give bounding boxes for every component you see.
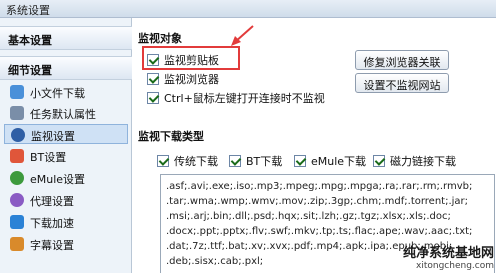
download-types-title: 监视下载类型: [138, 130, 204, 143]
ctrl-click-no-monitor-label: Ctrl+鼠标左键打开连接时不监视: [164, 92, 325, 105]
sidebar-item-download-accelerate[interactable]: 下载加速: [4, 212, 128, 232]
bt-download-label: BT下载: [246, 155, 283, 168]
ctrl-click-no-monitor-option[interactable]: Ctrl+鼠标左键打开连接时不监视: [147, 90, 325, 106]
accelerate-icon: [10, 215, 24, 229]
sidebar-item-subtitle-settings[interactable]: 字幕设置: [4, 234, 128, 254]
proxy-icon: [10, 193, 24, 207]
sidebar-item-monitor-settings[interactable]: 监视设置: [4, 124, 128, 144]
traditional-download-checkbox[interactable]: [157, 155, 169, 167]
sidebar-item-bt-settings[interactable]: BT设置: [4, 146, 128, 166]
bt-download-checkbox[interactable]: [229, 155, 241, 167]
red-arrow-icon: [231, 25, 254, 46]
repair-browser-button[interactable]: 修复浏览器关联: [355, 50, 449, 70]
sidebar-item-label: BT设置: [30, 151, 67, 164]
sidebar-item-label: 下载加速: [30, 217, 74, 230]
file-types-line: .docx;.ppt;.pptx;.flv;.swf;.mkv;.tp;.ts;…: [166, 226, 473, 237]
title-bar: 系统设置: [0, 0, 496, 18]
file-types-line: .asf;.avi;.exe;.iso;.mp3;.mpeg;.mpg;.mpg…: [166, 181, 473, 192]
magnet-download-label: 磁力链接下载: [390, 155, 456, 168]
monitor-browser-label: 监视浏览器: [164, 73, 219, 86]
monitor-browser-checkbox[interactable]: [147, 73, 159, 85]
sidebar-item-small-file-download[interactable]: 小文件下载: [4, 82, 128, 102]
sidebar: 基本设置 细节设置 小文件下载 任务默认属性 监视设置 BT设置 eMule设置…: [0, 18, 132, 273]
emule-icon: [10, 171, 24, 185]
window-title: 系统设置: [6, 4, 50, 17]
exclude-sites-button[interactable]: 设置不监视网站: [355, 73, 449, 93]
sidebar-item-proxy-settings[interactable]: 代理设置: [4, 190, 128, 210]
task-properties-icon: [10, 106, 24, 120]
emule-download-option[interactable]: eMule下载: [294, 153, 366, 169]
watermark-url: xitongcheng.com: [416, 261, 494, 271]
traditional-download-option[interactable]: 传统下载: [157, 153, 218, 169]
emule-download-checkbox[interactable]: [294, 155, 306, 167]
sidebar-item-task-properties[interactable]: 任务默认属性: [4, 103, 128, 123]
watermark: 纯净系统基地网 xitongcheng.com: [403, 242, 494, 271]
sidebar-item-label: 任务默认属性: [30, 108, 96, 121]
sidebar-detail-settings[interactable]: 细节设置: [0, 56, 132, 80]
traditional-download-label: 传统下载: [174, 155, 218, 168]
subtitle-icon: [10, 237, 24, 251]
magnet-download-checkbox[interactable]: [373, 155, 385, 167]
magnet-download-option[interactable]: 磁力链接下载: [373, 153, 456, 169]
sidebar-item-label: 监视设置: [31, 130, 75, 143]
emule-download-label: eMule下载: [311, 155, 367, 168]
sidebar-item-label: eMule设置: [30, 173, 86, 186]
highlight-box: [142, 46, 240, 70]
watermark-title: 纯净系统基地网: [402, 246, 494, 261]
ctrl-click-no-monitor-checkbox[interactable]: [147, 92, 159, 104]
monitor-icon: [11, 128, 25, 142]
sidebar-basic-settings[interactable]: 基本设置: [0, 26, 132, 50]
bt-icon: [10, 149, 24, 163]
small-file-download-icon: [10, 85, 24, 99]
sidebar-item-label: 字幕设置: [30, 239, 74, 252]
sidebar-item-label: 小文件下载: [30, 87, 85, 100]
main-panel: 监视对象 监视剪贴板 监视浏览器 Ctrl+鼠标左键打开连接时不监视 修复浏览器…: [133, 18, 496, 273]
monitor-targets-title: 监视对象: [138, 32, 182, 45]
bt-download-option[interactable]: BT下载: [229, 153, 282, 169]
sidebar-item-emule-settings[interactable]: eMule设置: [4, 168, 128, 188]
monitor-browser-option[interactable]: 监视浏览器: [147, 71, 219, 87]
file-types-line: .msi;.arj;.bin;.dll;.psd;.hqx;.sit;.lzh;…: [166, 211, 451, 222]
file-types-line: .tar;.wma;.wmp;.wmv;.mov;.zip;.3gp;.chm;…: [166, 196, 469, 207]
sidebar-item-label: 代理设置: [30, 195, 74, 208]
